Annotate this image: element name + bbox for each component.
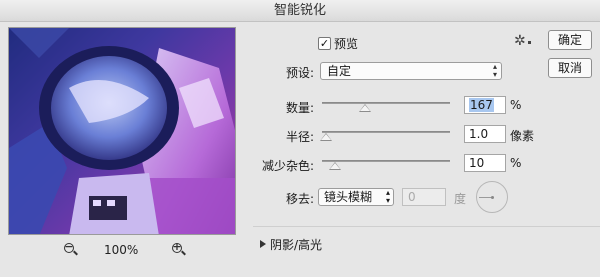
angle-input: 0	[402, 188, 446, 206]
select-arrows-icon: ▴ ▾	[385, 188, 390, 205]
divider	[253, 226, 600, 227]
angle-dial-icon	[476, 181, 508, 213]
preview-image[interactable]	[8, 27, 236, 235]
noise-unit: %	[510, 156, 522, 170]
amount-input[interactable]: 167	[464, 96, 506, 114]
amount-unit: %	[510, 98, 522, 112]
radius-slider-thumb[interactable]	[319, 133, 332, 141]
noise-slider-thumb[interactable]	[328, 162, 341, 170]
preview-checkbox[interactable]: ✓	[318, 36, 331, 50]
shadows-highlights-label: 阴影/高光	[270, 238, 323, 252]
zoom-in-button[interactable]: +	[172, 240, 186, 257]
noise-input[interactable]: 10	[464, 154, 506, 172]
window-title: 智能锐化	[0, 0, 600, 22]
preview-checkbox-label: 预览	[334, 36, 359, 51]
radius-unit: 像素	[510, 129, 535, 143]
zoom-bar: − 100% +	[0, 240, 245, 260]
radius-label: 半径:	[285, 130, 314, 144]
gear-icon[interactable]: ✲	[514, 33, 526, 49]
radius-slider-track[interactable]	[322, 131, 450, 133]
disclosure-triangle-icon	[260, 240, 266, 248]
preset-select[interactable]: 自定 ▴ ▾	[320, 62, 502, 80]
ok-button[interactable]: 确定	[548, 30, 592, 50]
remove-value: 镜头模糊	[324, 190, 373, 204]
remove-label: 移去:	[285, 192, 314, 206]
zoom-out-button[interactable]: −	[64, 240, 78, 257]
noise-label: 减少杂色:	[261, 159, 314, 173]
amount-label: 数量:	[285, 101, 314, 115]
remove-select[interactable]: 镜头模糊 ▴ ▾	[318, 188, 394, 206]
preset-value: 自定	[327, 64, 352, 78]
noise-slider-track[interactable]	[322, 160, 450, 162]
amount-slider-thumb[interactable]	[358, 104, 371, 112]
amount-value: 167	[469, 98, 494, 112]
select-arrows-icon: ▴ ▾	[492, 62, 497, 79]
astronaut-illustration	[9, 28, 235, 234]
cancel-button[interactable]: 取消	[548, 58, 592, 78]
shadows-highlights-toggle[interactable]: 阴影/高光	[260, 236, 322, 253]
angle-unit: 度	[454, 192, 467, 206]
zoom-level: 100%	[104, 243, 139, 257]
caret-down-icon	[528, 41, 531, 44]
amount-slider-track[interactable]	[322, 102, 450, 104]
radius-input[interactable]: 1.0	[464, 125, 506, 143]
preview-checkbox-row[interactable]: ✓ 预览	[318, 35, 358, 51]
preset-label: 预设:	[285, 66, 314, 80]
